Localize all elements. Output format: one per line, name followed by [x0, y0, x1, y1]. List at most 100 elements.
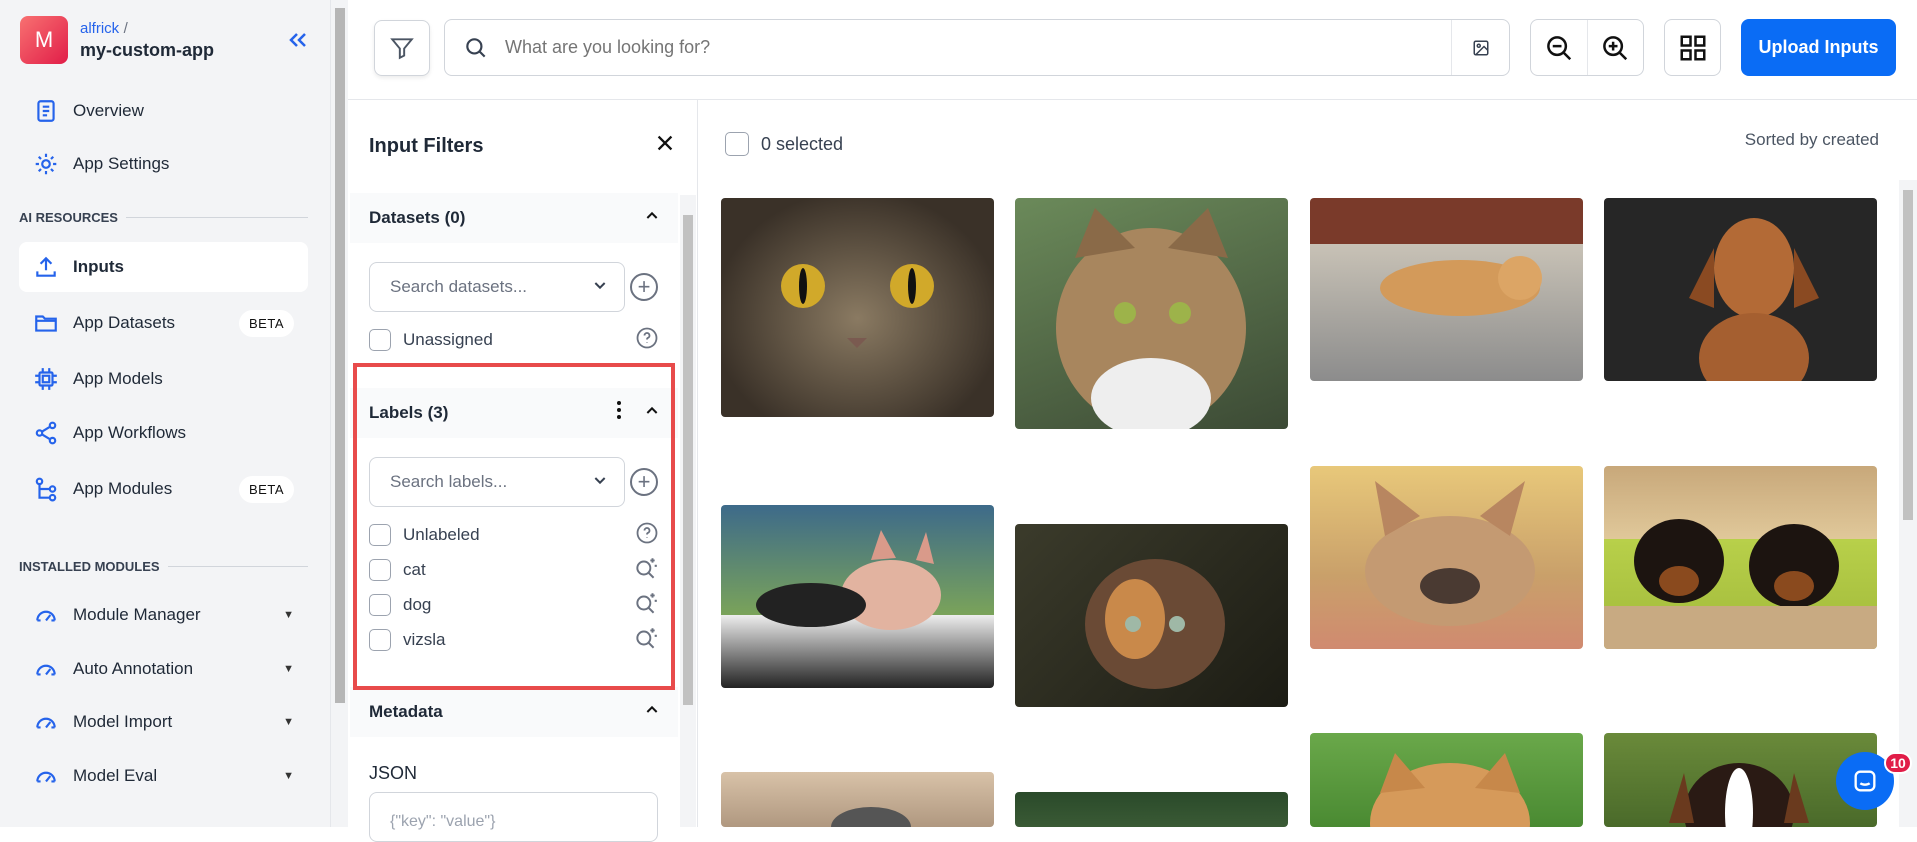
select-all[interactable]: 0 selected — [725, 132, 843, 156]
sort-label[interactable]: Sorted by created — [1745, 130, 1879, 150]
rottweiler-puppies-image — [1604, 519, 1877, 649]
image-tile[interactable] — [721, 198, 994, 417]
gauge-icon — [36, 664, 56, 676]
datasets-section-header[interactable]: Datasets (0) — [350, 193, 678, 243]
nav-app-workflows-label: App Workflows — [73, 423, 187, 442]
sphynx-cat-image — [756, 530, 941, 630]
nav-model-eval[interactable]: Model Eval ▼ — [19, 751, 308, 801]
selected-count: 0 selected — [761, 133, 844, 154]
modules-tree-icon — [35, 477, 57, 502]
caret-down-icon[interactable]: ▼ — [283, 609, 294, 621]
filters-scrollbar[interactable] — [680, 195, 696, 827]
image-tile[interactable] — [1604, 466, 1877, 649]
filters-title: Input Filters — [369, 135, 484, 157]
image-tile[interactable] — [1310, 733, 1583, 827]
search-icon — [466, 37, 486, 57]
datasets-header-label: Datasets (0) — [369, 208, 466, 227]
nav-module-manager-label: Module Manager — [73, 605, 201, 624]
metadata-section-header[interactable]: Metadata — [350, 687, 678, 737]
tabby-cat-image — [1056, 208, 1246, 429]
image-tile[interactable] — [721, 505, 994, 688]
search-box[interactable] — [444, 19, 1510, 76]
image-tile[interactable] — [1015, 524, 1288, 707]
installed-modules-heading-text: INSTALLED MODULES — [19, 559, 160, 574]
chevron-down-icon[interactable] — [592, 277, 608, 298]
datasets-search-select[interactable]: Search datasets... — [369, 262, 625, 312]
nav-module-manager[interactable]: Module Manager ▼ — [19, 590, 308, 640]
nav-overview[interactable]: Overview — [19, 86, 308, 136]
nav-model-import-label: Model Import — [73, 712, 173, 731]
filter-row-unassigned[interactable]: Unassigned — [369, 327, 659, 353]
folder-icon — [35, 315, 57, 332]
grid-view-icon[interactable] — [1664, 19, 1721, 76]
nav-auto-annotation[interactable]: Auto Annotation ▼ — [19, 644, 308, 694]
datasets-search-placeholder: Search datasets... — [390, 277, 528, 296]
image-tile[interactable] — [1310, 198, 1583, 381]
search-input[interactable] — [505, 20, 1451, 75]
image-tile[interactable] — [1310, 466, 1583, 649]
cat-on-wood-image — [831, 807, 911, 827]
app-name[interactable]: my-custom-app — [80, 40, 214, 61]
filter-icon — [390, 38, 414, 60]
beta-badge: BETA — [239, 309, 294, 337]
gauge-icon — [36, 717, 56, 729]
caret-down-icon[interactable]: ▼ — [283, 663, 294, 675]
notification-badge: 10 — [1884, 752, 1912, 774]
nav-model-import[interactable]: Model Import ▼ — [19, 697, 308, 747]
help-icon[interactable] — [635, 326, 659, 355]
nav-app-modules[interactable]: App Modules BETA — [19, 464, 308, 514]
nav-model-eval-label: Model Eval — [73, 766, 158, 785]
french-bulldog-image — [1365, 481, 1535, 626]
filter-button[interactable] — [374, 20, 430, 76]
dog-in-grass-image — [1015, 792, 1288, 827]
upload-icon — [36, 256, 56, 277]
gallery-scrollbar[interactable] — [1899, 180, 1917, 827]
sidebar-scrollbar[interactable] — [330, 0, 348, 827]
nav-app-modules-label: App Modules — [73, 479, 173, 498]
nav-inputs[interactable]: Inputs — [19, 242, 308, 292]
nav-inputs-label: Inputs — [73, 257, 124, 276]
chevron-up-icon[interactable] — [644, 702, 660, 723]
add-dataset-icon[interactable]: + — [630, 273, 658, 301]
nav-app-settings[interactable]: App Settings — [19, 139, 308, 189]
image-tile[interactable] — [1604, 198, 1877, 381]
beta-badge: BETA — [239, 475, 294, 503]
sleeping-kitten-image — [1380, 256, 1542, 316]
zoom-controls — [1530, 19, 1644, 76]
select-all-checkbox[interactable] — [725, 132, 749, 156]
share-nodes-icon — [35, 421, 57, 445]
zoom-in-icon[interactable] — [1588, 20, 1644, 75]
gauge-icon — [36, 610, 56, 622]
app-avatar[interactable]: M — [20, 16, 68, 64]
document-icon — [37, 100, 55, 122]
image-search-icon[interactable] — [1451, 20, 1509, 75]
image-tile[interactable] — [1015, 198, 1288, 429]
image-tile[interactable] — [721, 772, 994, 827]
image-tile[interactable] — [1015, 792, 1288, 827]
app-header: M alfrick / my-custom-app — [20, 16, 214, 64]
gauge-icon — [36, 771, 56, 783]
breadcrumb-separator: / — [123, 19, 128, 37]
gear-icon — [35, 153, 57, 175]
metadata-header-label: Metadata — [369, 702, 443, 721]
nav-app-workflows[interactable]: App Workflows — [19, 408, 308, 458]
caret-down-icon[interactable]: ▼ — [283, 770, 294, 782]
close-icon[interactable] — [654, 130, 676, 161]
chip-icon — [35, 368, 57, 390]
caret-down-icon[interactable]: ▼ — [283, 716, 294, 728]
chevron-up-icon[interactable] — [644, 208, 660, 229]
nav-app-models[interactable]: App Models — [19, 354, 308, 404]
chat-icon — [1854, 770, 1876, 792]
toolbar: Upload Inputs — [348, 0, 1917, 100]
collapse-sidebar-icon[interactable] — [286, 28, 310, 59]
json-input[interactable]: {"key": "value"} — [369, 792, 658, 842]
installed-modules-heading: INSTALLED MODULES — [19, 559, 308, 574]
zoom-out-icon[interactable] — [1531, 20, 1588, 75]
cat-closeup-image — [781, 264, 934, 348]
nav-app-datasets-label: App Datasets — [73, 313, 176, 332]
sidebar: M alfrick / my-custom-app Overview App S… — [0, 0, 330, 827]
nav-app-datasets[interactable]: App Datasets BETA — [19, 298, 308, 348]
unassigned-checkbox[interactable] — [369, 329, 391, 351]
owner-link[interactable]: alfrick — [80, 20, 119, 37]
upload-inputs-button[interactable]: Upload Inputs — [1741, 19, 1896, 76]
